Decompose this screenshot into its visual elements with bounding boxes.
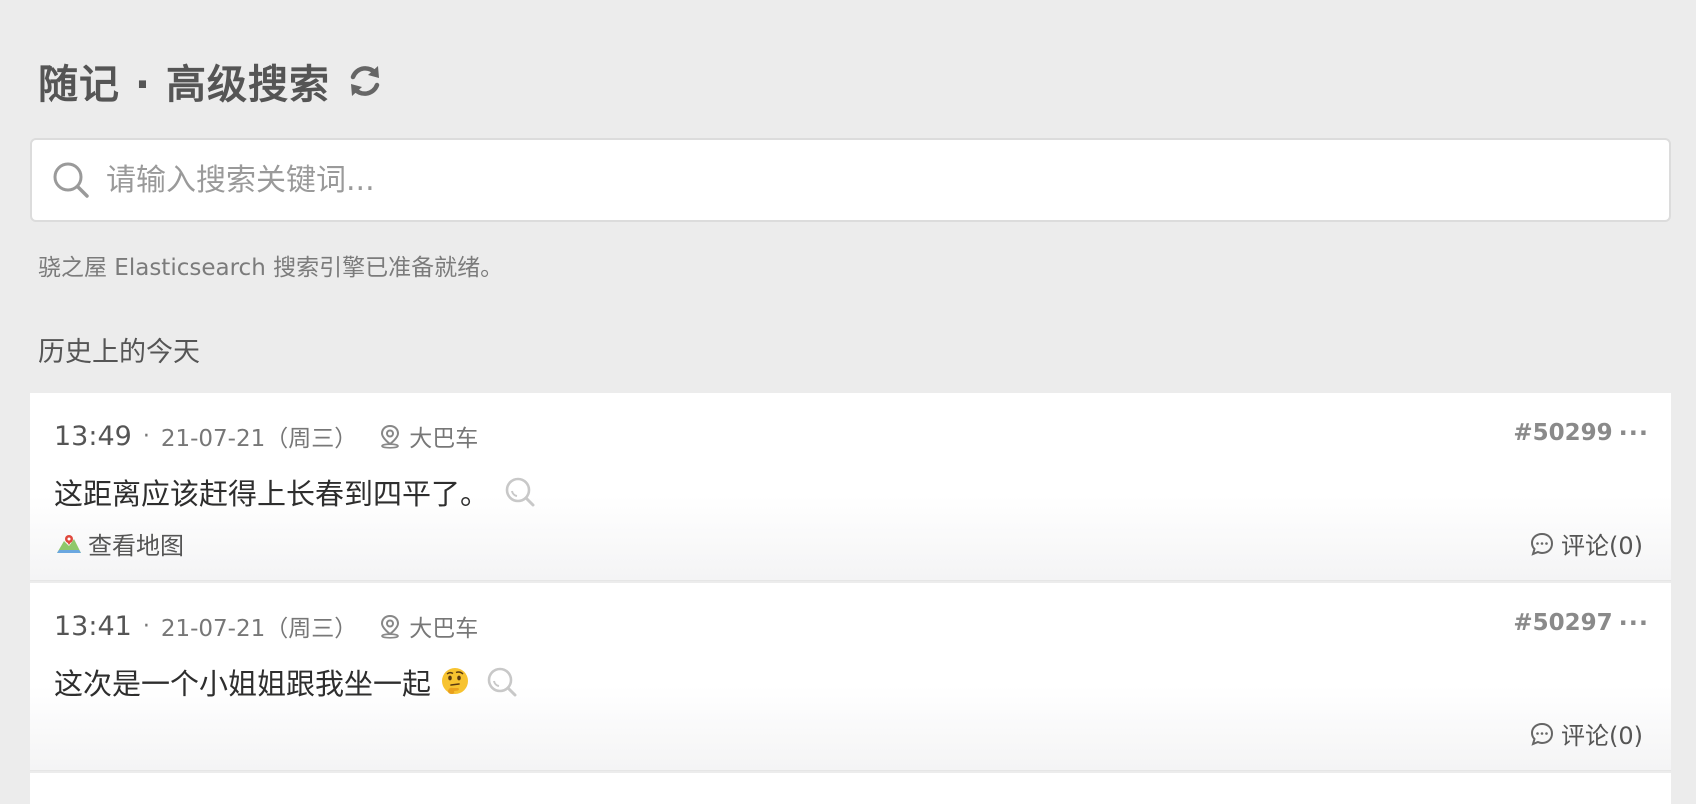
post-location-label: 大巴车 bbox=[409, 616, 479, 642]
search-icon bbox=[53, 162, 89, 198]
post-id[interactable]: #50299 bbox=[1513, 420, 1612, 446]
post-id[interactable]: #50297 bbox=[1513, 610, 1612, 636]
post-actions: #50299 ··· bbox=[1513, 419, 1649, 447]
meta-separator: · bbox=[142, 423, 150, 449]
search-input[interactable] bbox=[92, 140, 1669, 220]
post-card: 13:41 · 21-07-21（周三） 大巴车 #50297 ··· 这次是一… bbox=[30, 583, 1671, 771]
location-pin-icon bbox=[381, 424, 400, 449]
comment-button[interactable]: 评论(0) bbox=[1529, 716, 1643, 751]
view-map-link[interactable]: 查看地图 bbox=[56, 526, 184, 561]
post-card bbox=[30, 773, 1671, 804]
meta-separator: · bbox=[142, 613, 150, 639]
post-time: 13:41 bbox=[54, 610, 132, 642]
comment-count: 评论(0) bbox=[1561, 532, 1643, 560]
magnifier-icon[interactable] bbox=[503, 475, 537, 509]
map-icon bbox=[57, 534, 81, 553]
post-meta: 13:41 · 21-07-21（周三） 大巴车 bbox=[54, 609, 478, 643]
magnifier-icon[interactable] bbox=[485, 665, 519, 699]
post-content: 这距离应该赶得上长春到四平了。 bbox=[54, 471, 537, 513]
post-content: 这次是一个小姐姐跟我坐一起 bbox=[54, 661, 519, 703]
comment-icon bbox=[1530, 532, 1554, 556]
engine-status: 骁之屋 Elasticsearch 搜索引擎已准备就绪。 bbox=[38, 255, 504, 281]
more-icon[interactable]: ··· bbox=[1619, 419, 1649, 447]
thinking-face-icon bbox=[442, 668, 469, 694]
post-content-text: 这次是一个小姐姐跟我坐一起 bbox=[54, 667, 432, 701]
location-pin-icon bbox=[381, 614, 400, 639]
refresh-icon[interactable] bbox=[344, 60, 386, 102]
post-card: 13:49 · 21-07-21（周三） 大巴车 #50299 ··· 这距离应… bbox=[30, 393, 1671, 581]
comment-count: 评论(0) bbox=[1561, 722, 1643, 750]
view-map-label: 查看地图 bbox=[88, 532, 184, 560]
page-title: 随记 · 高级搜索 bbox=[38, 62, 331, 108]
post-actions: #50297 ··· bbox=[1513, 609, 1649, 637]
title-row: 随记 · 高级搜索 bbox=[38, 52, 386, 110]
section-title: 历史上的今天 bbox=[38, 337, 200, 368]
post-location-label: 大巴车 bbox=[409, 426, 479, 452]
post-location[interactable]: 大巴车 bbox=[377, 609, 478, 643]
page: 随记 · 高级搜索 骁之屋 Elasticsearch 搜索引擎已准备就绪。 历… bbox=[0, 0, 1696, 804]
post-time: 13:49 bbox=[54, 420, 132, 452]
post-content-text: 这距离应该赶得上长春到四平了。 bbox=[54, 477, 490, 511]
comment-button[interactable]: 评论(0) bbox=[1529, 526, 1643, 561]
post-date: 21-07-21（周三） bbox=[160, 616, 358, 642]
search-box bbox=[30, 138, 1671, 222]
more-icon[interactable]: ··· bbox=[1619, 609, 1649, 637]
post-meta: 13:49 · 21-07-21（周三） 大巴车 bbox=[54, 419, 478, 453]
post-date: 21-07-21（周三） bbox=[160, 426, 358, 452]
post-location[interactable]: 大巴车 bbox=[377, 419, 478, 453]
comment-icon bbox=[1530, 722, 1554, 746]
